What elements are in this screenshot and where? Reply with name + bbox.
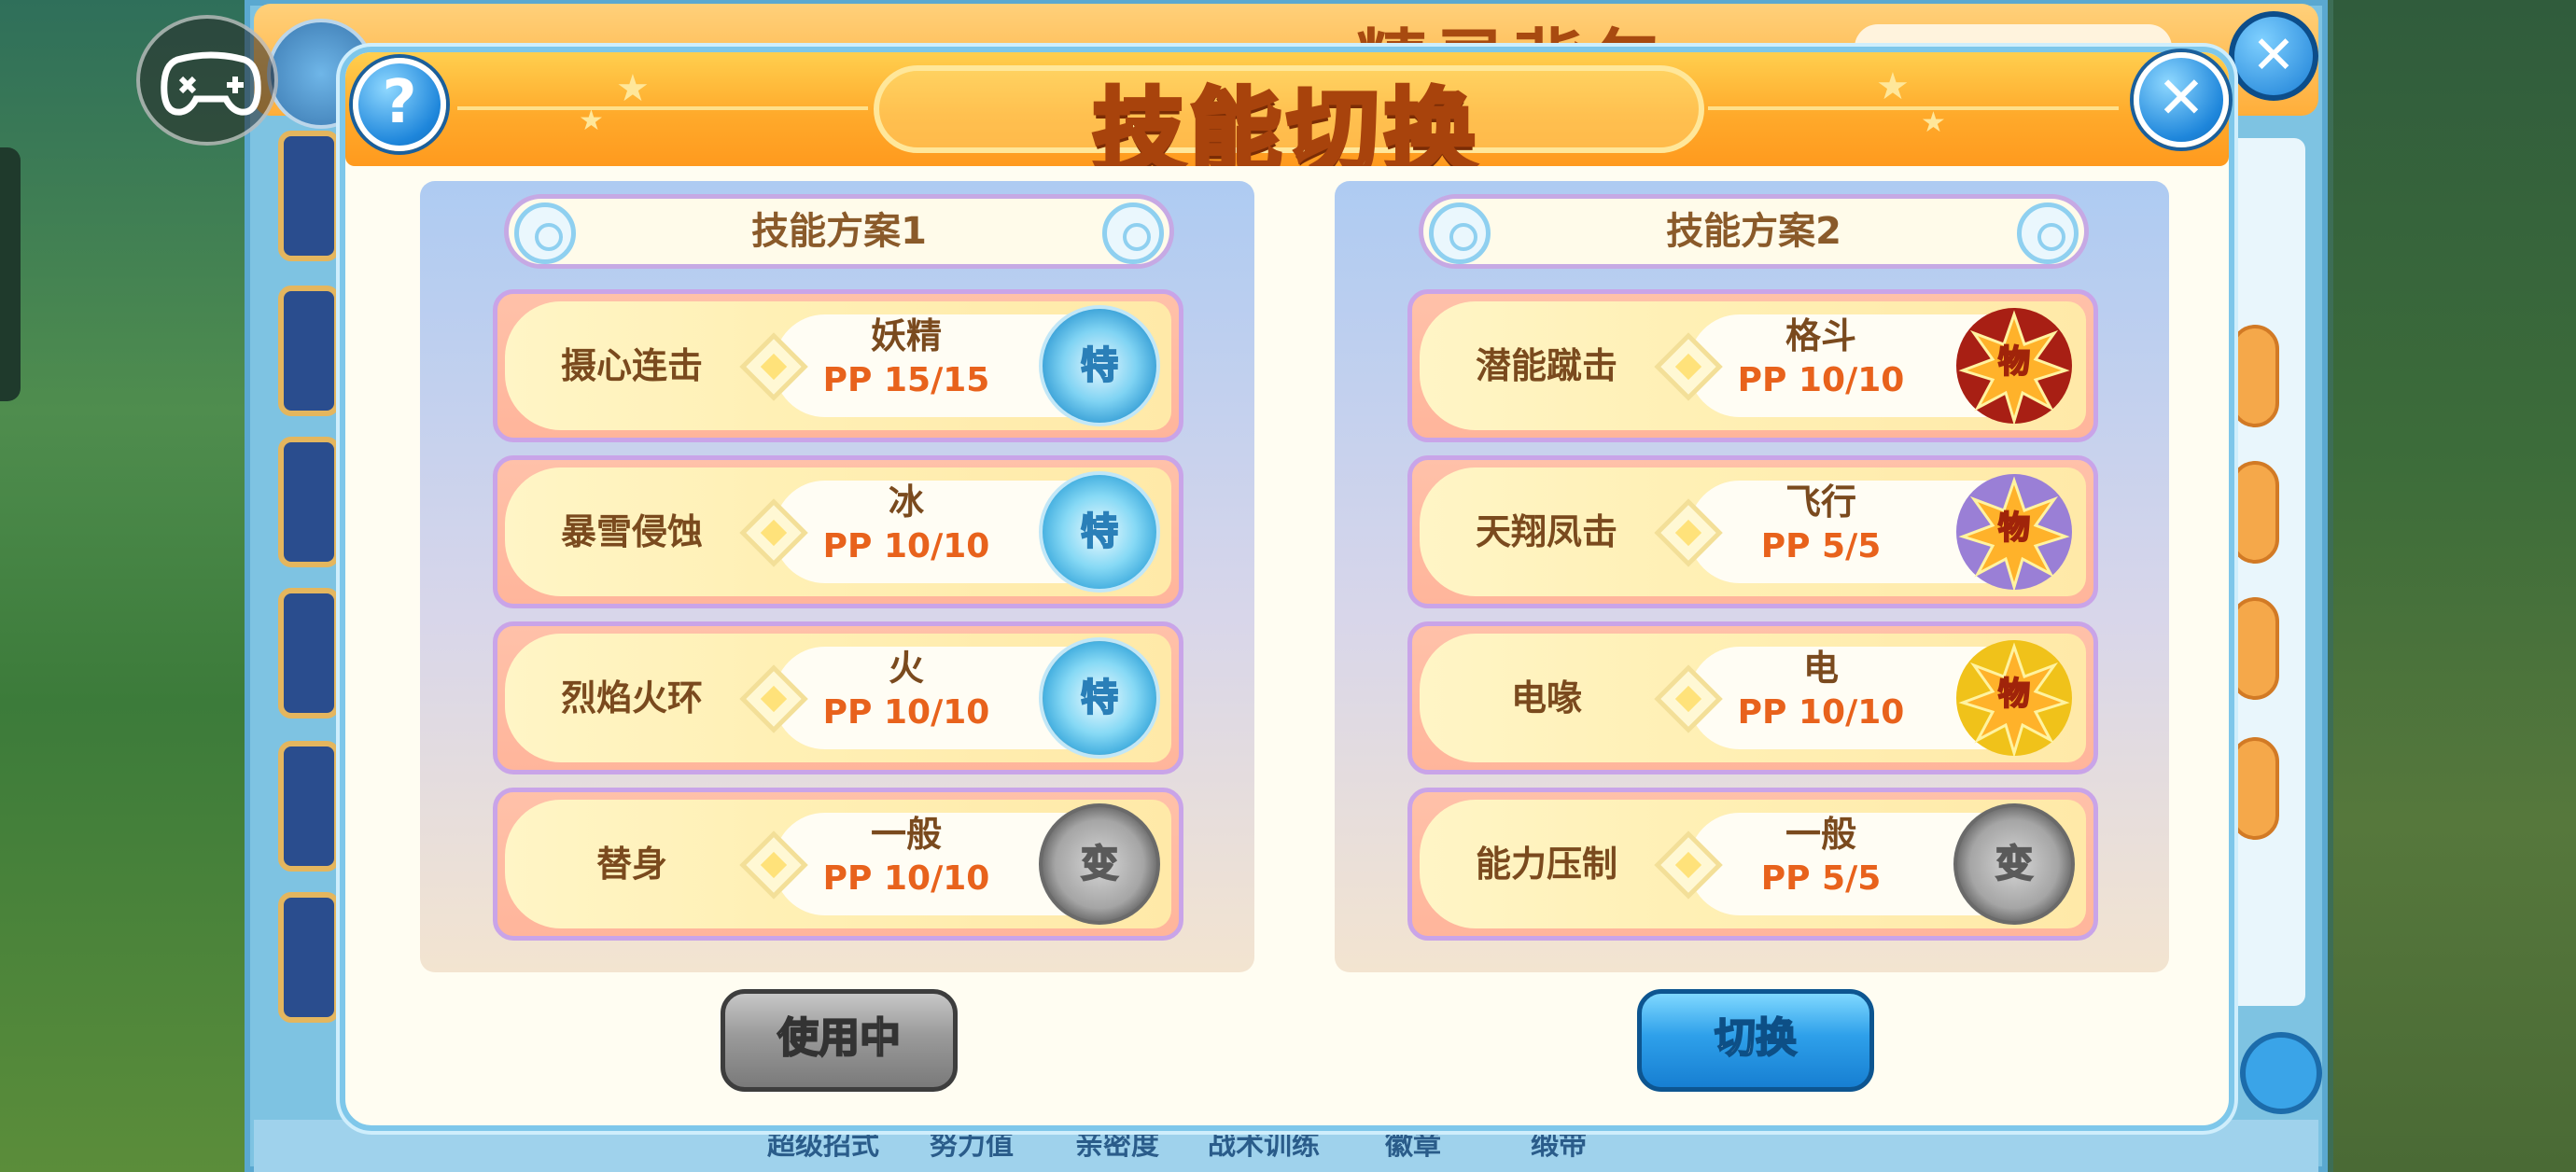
physical-attack-badge-icon: 物 [1953, 637, 2075, 759]
badge-label: 特 [1080, 343, 1119, 388]
skill-name: 电喙 [1510, 677, 1582, 719]
skill-pp: PP 10/10 [822, 859, 990, 898]
badge-label: 物 [1997, 342, 2031, 382]
switch-button[interactable]: 切换 [1637, 989, 1874, 1092]
plan-1-skill-row-2[interactable]: 暴雪侵蚀 冰 PP 10/10 特 [493, 455, 1183, 608]
skill-type: 妖精 [870, 315, 942, 356]
skill-name: 烈焰火环 [560, 677, 703, 719]
skill-row-inner: 能力压制 一般 PP 5/5 变 [1420, 800, 2086, 928]
skill-name: 能力压制 [1475, 844, 1617, 885]
skill-plan-2-panel: 技能方案2 潜能蹴击 格斗 PP 10/10 物 天翔凤击 飞行 PP 5/5 … [1335, 181, 2169, 972]
badge-label: 变 [1995, 842, 2034, 886]
skill-type: 一般 [870, 814, 942, 855]
badge-label: 物 [1997, 509, 2031, 548]
dialog-title: 技能切换 [1090, 77, 1481, 167]
badge-label: 变 [1080, 842, 1119, 886]
plan-2-skill-row-2[interactable]: 天翔凤击 飞行 PP 5/5 物 [1407, 455, 2098, 608]
plan-1-title: 技能方案1 [751, 210, 927, 253]
skill-row-inner: 替身 一般 PP 10/10 变 [505, 800, 1171, 928]
skill-name: 替身 [595, 844, 667, 885]
skill-switch-dialog: ★ ★ ★ ★ 技能切换 ? ✕ 技能方案1 摄心连击 妖精 PP 15/15 … [340, 47, 2234, 1131]
skill-plan-1-panel: 技能方案1 摄心连击 妖精 PP 15/15 特 暴雪侵蚀 冰 PP 10/10… [420, 181, 1254, 972]
skill-row-inner: 天翔凤击 飞行 PP 5/5 物 [1420, 467, 2086, 596]
help-button[interactable]: ? [353, 58, 446, 151]
skill-pp: PP 10/10 [1737, 361, 1905, 399]
in-use-button[interactable]: 使用中 [721, 989, 958, 1092]
switch-button-label: 切换 [1714, 1013, 1798, 1063]
plan-2-skill-row-3[interactable]: 电喙 电 PP 10/10 物 [1407, 621, 2098, 774]
skill-type: 格斗 [1785, 315, 1856, 356]
plan-emblem-icon [1102, 202, 1164, 264]
badge-label: 特 [1080, 509, 1119, 554]
plan-1-skill-row-4[interactable]: 替身 一般 PP 10/10 变 [493, 788, 1183, 941]
status-move-badge-icon: 变 [1039, 803, 1160, 925]
skill-name: 潜能蹴击 [1475, 345, 1617, 386]
status-move-badge-icon: 变 [1953, 803, 2075, 925]
skill-pp: PP 15/15 [822, 361, 990, 399]
skill-name: 摄心连击 [560, 345, 703, 386]
plan-1-skill-row-3[interactable]: 烈焰火环 火 PP 10/10 特 [493, 621, 1183, 774]
plan-1-skill-row-1[interactable]: 摄心连击 妖精 PP 15/15 特 [493, 289, 1183, 442]
skill-row-inner: 潜能蹴击 格斗 PP 10/10 物 [1420, 301, 2086, 430]
skill-pp: PP 5/5 [1760, 859, 1882, 898]
plan-1-title-bar: 技能方案1 [504, 194, 1174, 269]
skill-type: 飞行 [1785, 481, 1856, 523]
skill-name: 暴雪侵蚀 [560, 511, 703, 552]
close-button[interactable]: ✕ [2134, 52, 2229, 147]
plan-2-title: 技能方案2 [1666, 210, 1841, 253]
special-attack-badge-icon: 特 [1039, 637, 1160, 759]
badge-label: 物 [1997, 675, 2031, 714]
skill-row-inner: 电喙 电 PP 10/10 物 [1420, 634, 2086, 762]
skill-row-inner: 摄心连击 妖精 PP 15/15 特 [505, 301, 1171, 430]
skill-type: 一般 [1785, 814, 1856, 855]
plan-2-skill-row-1[interactable]: 潜能蹴击 格斗 PP 10/10 物 [1407, 289, 2098, 442]
skill-pp: PP 10/10 [822, 527, 990, 565]
dialog-header: ★ ★ ★ ★ 技能切换 [345, 52, 2229, 166]
skill-type: 电 [1802, 648, 1839, 689]
special-attack-badge-icon: 特 [1039, 471, 1160, 593]
skill-type: 火 [888, 648, 924, 689]
special-attack-badge-icon: 特 [1039, 305, 1160, 426]
close-icon: ✕ [2157, 63, 2205, 132]
plan-emblem-icon [2017, 202, 2079, 264]
badge-label: 特 [1080, 676, 1119, 720]
skill-pp: PP 10/10 [822, 693, 990, 732]
skill-type: 冰 [888, 481, 924, 523]
skill-name: 天翔凤击 [1475, 511, 1617, 552]
plan-2-title-bar: 技能方案2 [1419, 194, 2089, 269]
skill-row-inner: 烈焰火环 火 PP 10/10 特 [505, 634, 1171, 762]
in-use-button-label: 使用中 [777, 1013, 902, 1063]
help-icon: ? [382, 68, 417, 137]
skill-pp: PP 5/5 [1760, 527, 1882, 565]
plan-2-skill-row-4[interactable]: 能力压制 一般 PP 5/5 变 [1407, 788, 2098, 941]
skill-row-inner: 暴雪侵蚀 冰 PP 10/10 特 [505, 467, 1171, 596]
skill-pp: PP 10/10 [1737, 693, 1905, 732]
physical-attack-badge-icon: 物 [1953, 471, 2075, 593]
physical-attack-badge-icon: 物 [1953, 305, 2075, 426]
